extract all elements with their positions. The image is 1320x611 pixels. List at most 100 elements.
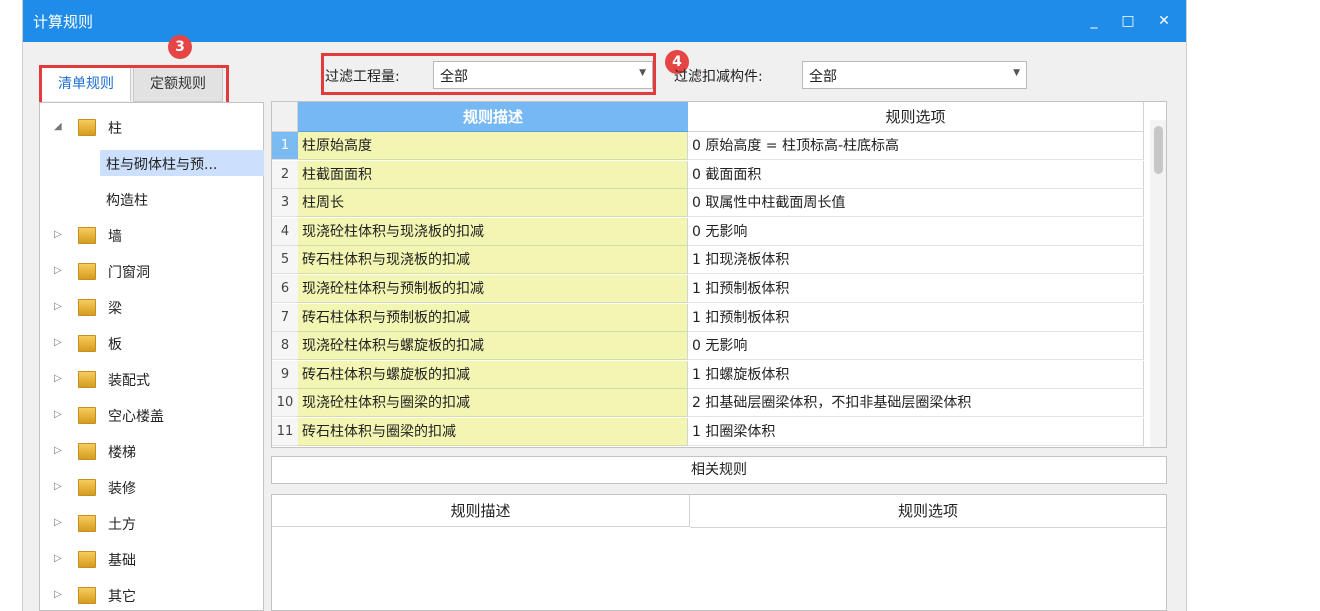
close-button[interactable]: ✕ [1153,10,1175,32]
tree-item-label: 装修 [108,481,136,497]
rule-description-cell[interactable]: 柱截面面积 [298,160,688,189]
rule-description-cell[interactable]: 柱周长 [298,189,688,218]
related-header-desc[interactable]: 规则描述 [272,495,690,527]
collapsed-triangle-icon[interactable]: ▷ [54,481,62,492]
row-number[interactable]: 3 [272,189,298,218]
row-number[interactable]: 9 [272,360,298,389]
tree-item-stairs[interactable]: ▷ 楼梯 [40,434,263,468]
minimize-button[interactable]: _ [1083,10,1105,32]
rule-description-cell[interactable]: 柱原始高度 [298,132,688,160]
tree-subitem-column-masonry[interactable]: 柱与砌体柱与预... [40,146,264,180]
collapsed-triangle-icon[interactable]: ▷ [54,229,62,240]
collapsed-triangle-icon[interactable]: ▷ [54,553,62,564]
rule-option-cell[interactable]: 0 取属性中柱截面周长值 [688,189,1144,218]
collapsed-triangle-icon[interactable]: ▷ [54,409,62,420]
row-number[interactable]: 4 [272,217,298,246]
title-bar: 计算规则 _ □ ✕ [23,0,1186,42]
rule-description-cell[interactable]: 现浇砼柱体积与现浇板的扣减 [298,217,688,246]
rule-description-cell[interactable]: 砖石柱体积与预制板的扣减 [298,303,688,332]
tree-item-slab[interactable]: ▷ 板 [40,326,263,360]
tree-item-label: 装配式 [108,373,150,389]
tree-item-hollow-floor[interactable]: ▷ 空心楼盖 [40,398,263,432]
rule-option-cell[interactable]: 1 扣圈梁体积 [688,418,1144,446]
row-number[interactable]: 1 [272,132,298,160]
table-row[interactable]: 6 现浇砼柱体积与预制板的扣减 1 扣预制板体积 [272,275,1152,303]
tree-item-beam[interactable]: ▷ 梁 [40,290,263,324]
row-number[interactable]: 7 [272,303,298,332]
related-header-option[interactable]: 规则选项 [690,495,1166,528]
tree-item-column[interactable]: ◢ 柱 [40,110,263,144]
rule-option-cell[interactable]: 1 扣螺旋板体积 [688,360,1144,389]
filter-deduct-select[interactable]: 全部 ▼ [802,61,1027,89]
maximize-button[interactable]: □ [1117,10,1139,32]
chevron-down-icon: ▼ [1013,68,1020,78]
vertical-scrollbar[interactable] [1150,120,1166,447]
tree-subitem-label: 构造柱 [106,193,148,209]
row-number[interactable]: 2 [272,160,298,189]
rule-description-cell[interactable]: 砖石柱体积与圈梁的扣减 [298,418,688,446]
rule-description-cell[interactable]: 现浇砼柱体积与圈梁的扣减 [298,389,688,418]
table-row[interactable]: 9 砖石柱体积与螺旋板的扣减 1 扣螺旋板体积 [272,360,1152,389]
tree-item-earthwork[interactable]: ▷ 土方 [40,506,263,540]
collapsed-triangle-icon[interactable]: ▷ [54,445,62,456]
collapsed-triangle-icon[interactable]: ▷ [54,265,62,276]
tree-subitem-constructional-column[interactable]: 构造柱 [40,182,263,216]
row-number[interactable]: 8 [272,332,298,361]
grid-corner [272,102,298,132]
row-number[interactable]: 11 [272,418,298,446]
folder-icon [78,263,96,280]
rules-grid: 规则描述 规则选项 1 柱原始高度 0 原始高度 = 柱顶标高-柱底标高 2 柱截面面积… [271,101,1167,448]
scrollbar-thumb[interactable] [1154,126,1163,174]
component-tree: ◢ 柱 柱与砌体柱与预... 构造柱 ▷ 墙 ▷ 门窗洞 ▷ 梁 ▷ 板 ▷ 装… [39,102,264,611]
row-number[interactable]: 6 [272,275,298,303]
table-row[interactable]: 4 现浇砼柱体积与现浇板的扣减 0 无影响 [272,217,1152,246]
rule-option-cell[interactable]: 0 截面面积 [688,160,1144,189]
table-row[interactable]: 7 砖石柱体积与预制板的扣减 1 扣预制板体积 [272,303,1152,332]
rule-description-cell[interactable]: 现浇砼柱体积与预制板的扣减 [298,275,688,303]
column-header-desc[interactable]: 规则描述 [298,102,688,132]
rule-description-cell[interactable]: 现浇砼柱体积与螺旋板的扣减 [298,332,688,361]
collapsed-triangle-icon[interactable]: ▷ [54,337,62,348]
table-row[interactable]: 5 砖石柱体积与现浇板的扣减 1 扣现浇板体积 [272,246,1152,275]
folder-icon [78,371,96,388]
column-header-option[interactable]: 规则选项 [688,102,1144,132]
row-number[interactable]: 10 [272,389,298,418]
table-row[interactable]: 10 现浇砼柱体积与圈梁的扣减 2 扣基础层圈梁体积，不扣非基础层圈梁体积 [272,389,1152,418]
rule-option-cell[interactable]: 0 原始高度 = 柱顶标高-柱底标高 [688,132,1144,160]
tree-item-label: 基础 [108,553,136,569]
step-badge-3: 3 [168,35,192,59]
tree-item-label: 梁 [108,301,122,317]
tree-item-decoration[interactable]: ▷ 装修 [40,470,263,504]
folder-icon [78,587,96,604]
table-row[interactable]: 11 砖石柱体积与圈梁的扣减 1 扣圈梁体积 [272,418,1152,446]
collapsed-triangle-icon[interactable]: ▷ [54,301,62,312]
rule-option-cell[interactable]: 0 无影响 [688,217,1144,246]
tree-item-label: 空心楼盖 [108,409,164,425]
rule-option-cell[interactable]: 1 扣预制板体积 [688,303,1144,332]
folder-icon [78,515,96,532]
related-rules-grid: 规则描述 规则选项 [271,494,1167,611]
collapsed-triangle-icon[interactable]: ▷ [54,589,62,600]
collapsed-triangle-icon[interactable]: ▷ [54,517,62,528]
folder-icon [78,407,96,424]
collapsed-triangle-icon[interactable]: ▷ [54,373,62,384]
expanded-triangle-icon[interactable]: ◢ [54,121,62,132]
rule-option-cell[interactable]: 2 扣基础层圈梁体积，不扣非基础层圈梁体积 [688,389,1144,418]
tree-item-door-window[interactable]: ▷ 门窗洞 [40,254,263,288]
tree-item-other[interactable]: ▷ 其它 [40,578,263,611]
table-row[interactable]: 2 柱截面面积 0 截面面积 [272,160,1152,189]
rule-option-cell[interactable]: 1 扣预制板体积 [688,275,1144,303]
table-row[interactable]: 8 现浇砼柱体积与螺旋板的扣减 0 无影响 [272,332,1152,361]
rule-option-cell[interactable]: 1 扣现浇板体积 [688,246,1144,275]
tree-item-label: 柱 [108,121,122,137]
rule-description-cell[interactable]: 砖石柱体积与螺旋板的扣减 [298,360,688,389]
rule-option-cell[interactable]: 0 无影响 [688,332,1144,361]
tree-item-foundation[interactable]: ▷ 基础 [40,542,263,576]
row-number[interactable]: 5 [272,246,298,275]
table-row[interactable]: 3 柱周长 0 取属性中柱截面周长值 [272,189,1152,218]
tree-item-prefab[interactable]: ▷ 装配式 [40,362,263,396]
table-row[interactable]: 1 柱原始高度 0 原始高度 = 柱顶标高-柱底标高 [272,132,1152,160]
tree-item-wall[interactable]: ▷ 墙 [40,218,263,252]
rule-description-cell[interactable]: 砖石柱体积与现浇板的扣减 [298,246,688,275]
window-title: 计算规则 [33,13,94,31]
